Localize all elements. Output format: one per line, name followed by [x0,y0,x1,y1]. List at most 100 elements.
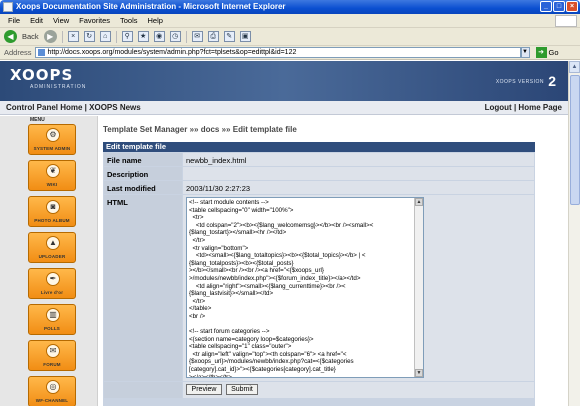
speech-icon: ✉ [46,344,60,358]
windows-logo-icon [555,15,577,27]
menu-tools[interactable]: Tools [120,16,138,25]
xoops-news-link[interactable]: XOOPS News [89,103,141,112]
textarea-scrollbar[interactable]: ▲ ▼ [414,198,423,377]
address-input[interactable]: http://docs.xoops.org/modules/system/adm… [34,47,521,58]
module-wf-channel-button[interactable]: ◎ WF-CHANNEL [28,376,76,406]
description-value [183,167,534,180]
toolbar-separator [115,30,117,43]
book-icon: ❦ [46,164,60,178]
forward-arrow-icon[interactable]: ▶ [43,30,57,43]
breadcrumb: Template Set Manager »» docs »» Edit tem… [103,125,297,134]
ie-page-icon [3,2,13,12]
html-code-text: <!-- start module contents --> <table ce… [189,199,374,378]
window-title: Xoops Documentation Site Administration … [16,2,286,11]
module-sidebar: MENU ⚙ SYSTEM ADMIN ❦ WIKI ◙ PHOTO ALBUM… [0,116,98,406]
go-button[interactable]: ➜ Go [535,47,559,58]
discuss-icon[interactable]: ▣ [239,31,251,42]
last-modified-label: Last modified [104,181,182,194]
form-row-file-name: File name newbb_index.html [103,153,535,166]
menu-view[interactable]: View [53,16,69,25]
module-wiki-button[interactable]: ❦ WIKI [28,160,76,191]
breadcrumb-docs[interactable]: docs [201,125,220,134]
go-arrow-icon: ➜ [535,47,547,58]
maximize-button[interactable]: □ [553,1,565,12]
last-modified-value: 2003/11/30 2:27:23 [183,181,534,194]
submit-button[interactable]: Submit [226,384,258,395]
form-row-html: HTML <!-- start module contents --> <tab… [103,195,535,381]
menu-file[interactable]: File [8,16,20,25]
window-titlebar: Xoops Documentation Site Administration … [0,0,580,14]
logout-link[interactable]: Logout [485,103,512,112]
toolbar-separator [61,30,63,43]
page-scroll-thumb[interactable] [570,75,580,205]
history-icon[interactable]: ◷ [169,31,181,42]
html-textarea[interactable]: <!-- start module contents --> <table ce… [186,197,424,378]
form-row-description: Description [103,167,535,180]
channel-icon: ◎ [46,380,60,394]
refresh-icon[interactable]: ↻ [83,31,95,42]
edit-template-form: Edit template file File name newbb_index… [103,142,535,406]
html-value-cell: <!-- start module contents --> <table ce… [183,195,534,381]
chart-icon: ▥ [46,308,60,322]
file-name-value: newbb_index.html [183,153,534,166]
control-panel-home-link[interactable]: Control Panel Home [6,103,82,112]
menu-help[interactable]: Help [148,16,163,25]
html-label: HTML [104,195,182,381]
description-label: Description [104,167,182,180]
module-uploader-button[interactable]: ▲ UPLOADER [28,232,76,263]
search-icon[interactable]: ⚲ [121,31,133,42]
menu-favorites[interactable]: Favorites [79,16,110,25]
minimize-button[interactable]: _ [540,1,552,12]
edit-icon[interactable]: ✎ [223,31,235,42]
xoops-banner: XOOPS ADMINISTRATION XOOPS VERSION 2 [0,61,568,101]
file-name-label: File name [104,153,182,166]
go-label: Go [548,48,559,57]
back-arrow-icon[interactable]: ◀ [4,30,17,43]
form-header: Edit template file [103,142,535,152]
toolbar-separator [185,30,187,43]
media-icon[interactable]: ◉ [153,31,165,42]
page-scroll-up-icon[interactable]: ▲ [569,61,580,73]
version-label: XOOPS VERSION [495,79,544,85]
sidebar-title: MENU [30,117,45,123]
address-label: Address [4,48,32,57]
menu-edit[interactable]: Edit [30,16,43,25]
address-url: http://docs.xoops.org/modules/system/adm… [47,49,297,56]
back-button-label[interactable]: Back [22,32,39,41]
page-icon [37,49,45,56]
form-row-buttons: Preview Submit [103,382,535,398]
home-page-link[interactable]: Home Page [518,103,562,112]
camera-icon: ◙ [46,200,60,214]
xoops-logo: XOOPS ADMINISTRATION [10,66,87,90]
menubar: File Edit View Favorites Tools Help [0,14,580,28]
module-photo-album-button[interactable]: ◙ PHOTO ALBUM [28,196,76,227]
module-polls-button[interactable]: ▥ POLLS [28,304,76,335]
print-icon[interactable]: ⎙ [207,31,219,42]
buttons-cell: Preview Submit [183,382,534,398]
stop-icon[interactable]: × [67,31,79,42]
module-forum-button[interactable]: ✉ FORUM [28,340,76,371]
favorites-icon[interactable]: ★ [137,31,149,42]
web-page: XOOPS ADMINISTRATION XOOPS VERSION 2 Con… [0,61,568,406]
preview-button[interactable]: Preview [186,384,222,395]
address-dropdown-arrow-icon[interactable]: ▼ [520,47,530,58]
scroll-down-arrow-icon[interactable]: ▼ [415,369,423,377]
admin-navbar: Control Panel Home | XOOPS News Logout |… [0,101,568,115]
page-scrollbar[interactable]: ▲ [568,61,580,406]
upload-icon: ▲ [46,236,60,250]
module-system-admin-button[interactable]: ⚙ SYSTEM ADMIN [28,124,76,155]
breadcrumb-separator: »» [189,125,199,134]
browser-toolbar: ◀ Back ▶ × ↻ ⌂ ⚲ ★ ◉ ◷ ✉ ⎙ ✎ ▣ [0,28,580,46]
mail-icon[interactable]: ✉ [191,31,203,42]
breadcrumb-current: Edit template file [232,125,297,134]
address-bar: Address http://docs.xoops.org/modules/sy… [0,46,580,60]
module-livre-dor-button[interactable]: ✒ Livre d'or [28,268,76,299]
breadcrumb-separator: »» [221,125,231,134]
gear-icon: ⚙ [46,128,60,142]
close-button[interactable]: × [566,1,578,12]
version-number: 2 [548,73,556,89]
scroll-up-arrow-icon[interactable]: ▲ [415,198,423,206]
buttons-label-cell [104,382,182,398]
breadcrumb-template-set-manager[interactable]: Template Set Manager [103,125,187,134]
home-icon[interactable]: ⌂ [99,31,111,42]
